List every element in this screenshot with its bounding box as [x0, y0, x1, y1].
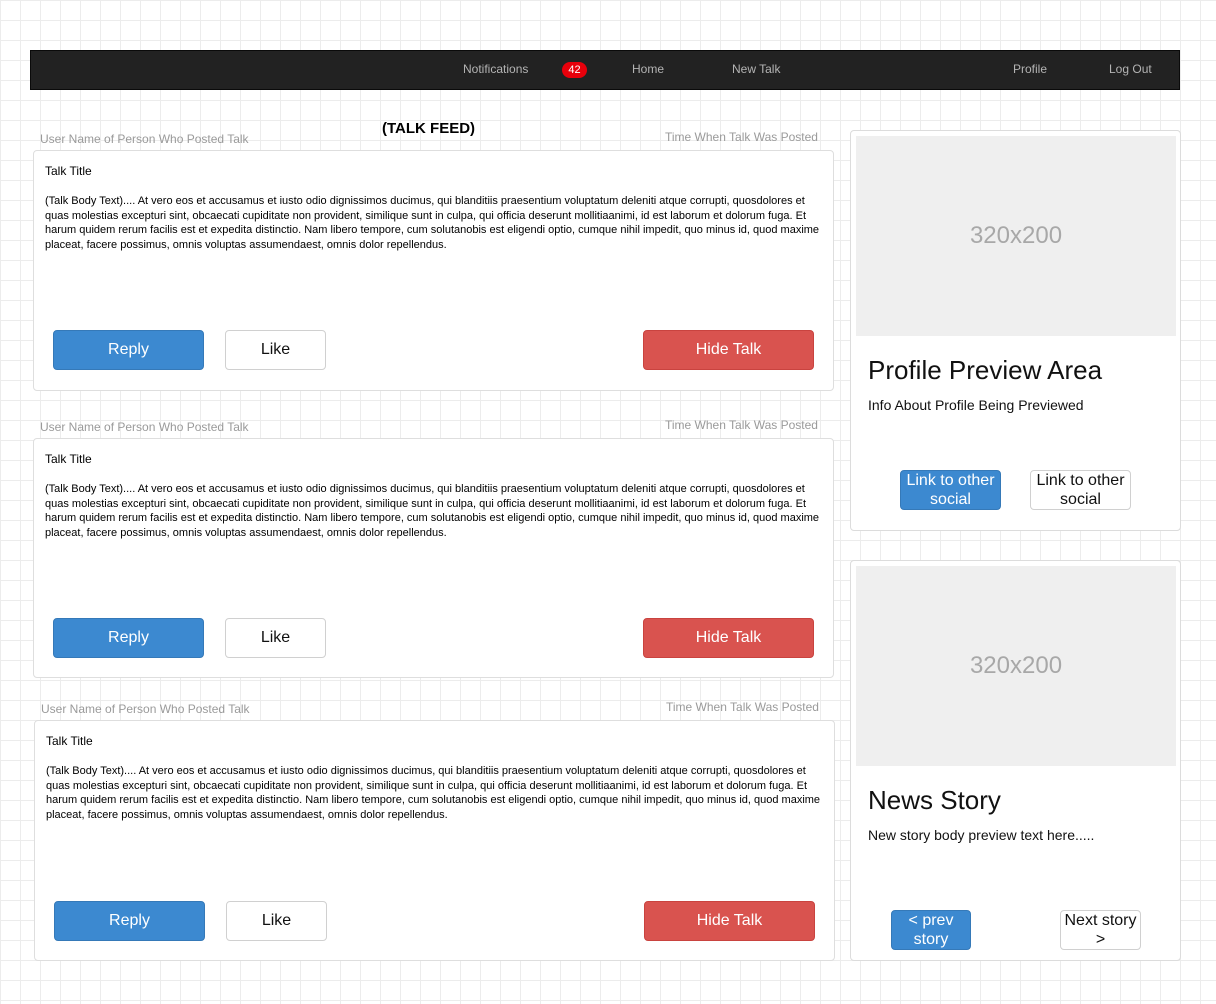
- profile-info-text: Info About Profile Being Previewed: [868, 397, 1084, 413]
- social-link-button[interactable]: Link to other social: [900, 470, 1001, 510]
- prev-story-button[interactable]: < prev story: [891, 910, 971, 950]
- nav-home[interactable]: Home: [632, 51, 664, 89]
- profile-preview-heading: Profile Preview Area: [868, 355, 1103, 385]
- reply-button[interactable]: Reply: [54, 901, 205, 941]
- news-image-placeholder: 320x200: [856, 566, 1176, 766]
- talk-title: Talk Title: [45, 164, 92, 178]
- talk-body: (Talk Body Text).... At vero eos et accu…: [46, 765, 821, 821]
- hide-talk-button[interactable]: Hide Talk: [643, 618, 814, 658]
- talk-author: User Name of Person Who Posted Talk: [40, 132, 249, 146]
- like-button[interactable]: Like: [225, 330, 326, 370]
- talk-timestamp: Time When Talk Was Posted: [665, 418, 818, 432]
- feed-title: (TALK FEED): [382, 120, 476, 137]
- reply-button[interactable]: Reply: [53, 618, 204, 658]
- next-story-button[interactable]: Next story >: [1060, 910, 1141, 950]
- social-link-button[interactable]: Link to other social: [1030, 470, 1131, 510]
- reply-button[interactable]: Reply: [53, 330, 204, 370]
- talk-card: Talk Title (Talk Body Text).... At vero …: [33, 150, 834, 391]
- news-story-body: New story body preview text here.....: [868, 827, 1095, 843]
- news-story-heading: News Story: [868, 785, 1001, 815]
- nav-notifications[interactable]: Notifications: [463, 51, 528, 89]
- news-story-card: 320x200 News Story New story body previe…: [850, 560, 1181, 961]
- like-button[interactable]: Like: [225, 618, 326, 658]
- hide-talk-button[interactable]: Hide Talk: [644, 901, 815, 941]
- talk-card: Talk Title (Talk Body Text).... At vero …: [34, 720, 835, 961]
- nav-logout[interactable]: Log Out: [1109, 51, 1152, 89]
- talk-timestamp: Time When Talk Was Posted: [665, 130, 818, 144]
- notification-count-badge[interactable]: 42: [562, 62, 587, 78]
- nav-new-talk[interactable]: New Talk: [732, 51, 780, 89]
- talk-author: User Name of Person Who Posted Talk: [40, 420, 249, 434]
- talk-body: (Talk Body Text).... At vero eos et accu…: [45, 195, 820, 251]
- hide-talk-button[interactable]: Hide Talk: [643, 330, 814, 370]
- top-navbar: Notifications 42 Home New Talk Profile L…: [30, 50, 1180, 90]
- like-button[interactable]: Like: [226, 901, 327, 941]
- nav-profile[interactable]: Profile: [1013, 51, 1047, 89]
- profile-preview-card: 320x200 Profile Preview Area Info About …: [850, 130, 1181, 531]
- talk-author: User Name of Person Who Posted Talk: [41, 702, 250, 716]
- talk-body: (Talk Body Text).... At vero eos et accu…: [45, 483, 820, 539]
- profile-image-placeholder: 320x200: [856, 136, 1176, 336]
- talk-card: Talk Title (Talk Body Text).... At vero …: [33, 438, 834, 678]
- talk-title: Talk Title: [46, 734, 93, 748]
- talk-title: Talk Title: [45, 452, 92, 466]
- talk-timestamp: Time When Talk Was Posted: [666, 700, 819, 714]
